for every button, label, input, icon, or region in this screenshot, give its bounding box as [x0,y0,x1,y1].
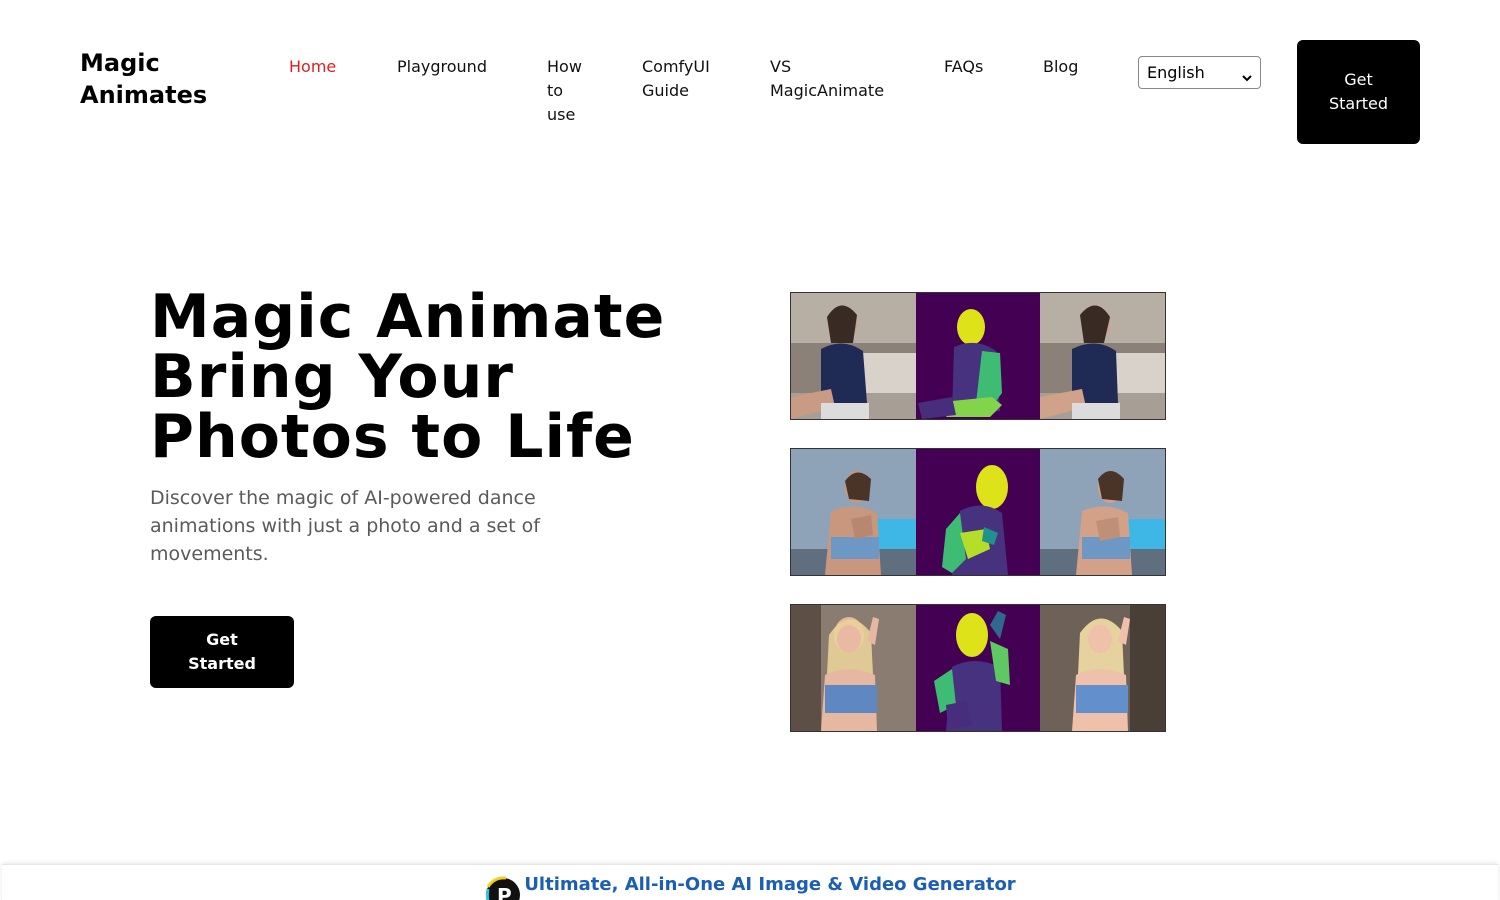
p-logo-icon: P [484,875,522,900]
page: Magic Animates Home Playground How to us… [0,0,1500,900]
promo-banner-text[interactable]: Ultimate, All-in-One AI Image & Video Ge… [524,874,1015,895]
pose-map-image [915,293,1041,419]
nav-home[interactable]: Home [289,55,336,79]
svg-text:P: P [497,884,512,900]
nav-blog[interactable]: Blog [1043,55,1078,79]
pose-map-image [915,605,1041,731]
demo-strip-1 [790,292,1166,420]
nav-playground[interactable]: Playground [397,55,487,79]
nav-vs-magicanimate[interactable]: VS MagicAnimate [770,55,895,103]
pose-map-image [915,449,1041,575]
nav-how-to-use[interactable]: How to use [547,55,587,127]
hero-title-line-2: Bring Your [150,342,514,412]
nav-faqs[interactable]: FAQs [944,55,983,79]
reference-photo-image [791,605,916,731]
language-select[interactable]: English [1138,56,1261,89]
header-get-started-button[interactable]: Get Started [1297,40,1420,144]
hero-title-line-1: Magic Animate [150,282,666,352]
hero-title-line-3: Photos to Life [150,402,635,472]
reference-photo-image [791,293,916,419]
animated-result-image [1040,605,1165,731]
hero-title: Magic Animate Bring Your Photos to Life [150,287,710,467]
hero-get-started-button[interactable]: Get Started [150,616,294,688]
brand-logo-text[interactable]: Magic Animates [80,47,250,111]
demo-strip-2 [790,448,1166,576]
hero-subtitle: Discover the magic of AI-powered dance a… [150,487,540,565]
animated-result-image [1040,293,1165,419]
demo-strip-3 [790,604,1166,732]
language-select-value: English [1147,63,1205,82]
promo-banner[interactable]: P Ultimate, All-in-One AI Image & Video … [2,864,1498,900]
nav-comfyui-guide[interactable]: ComfyUI Guide [642,55,722,103]
reference-photo-image [791,449,916,575]
chevron-down-icon [1242,68,1252,81]
animated-result-image [1040,449,1165,575]
